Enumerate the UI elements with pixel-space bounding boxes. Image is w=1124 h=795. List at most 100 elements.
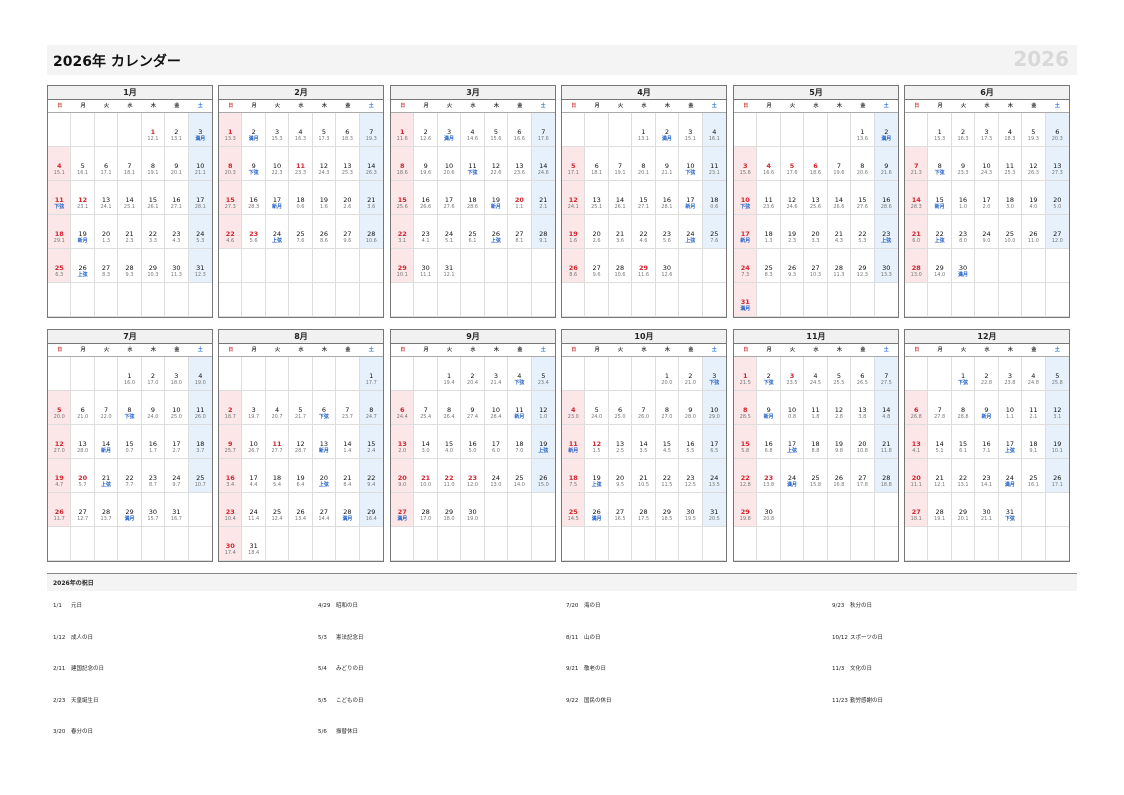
day-cell: 9 19.6 (414, 147, 438, 181)
moon-age: 4.7 (55, 482, 64, 488)
weekday-label: 月 (71, 344, 95, 357)
moon-phase-label: 下弦 (124, 414, 135, 420)
day-number: 28 (639, 508, 648, 516)
day-number: 8 (369, 406, 374, 414)
day-number: 12 (319, 162, 329, 170)
day-cell: 31 18.4 (242, 527, 266, 561)
day-number: 24 (982, 230, 991, 238)
day-cell (118, 283, 142, 317)
weekday-label: 金 (508, 344, 532, 357)
moon-age: 26.3 (1027, 170, 1039, 176)
day-number: 28 (539, 230, 548, 238)
day-number: 22 (858, 230, 867, 238)
day-number: 21 (125, 230, 134, 238)
day-number: 27 (858, 474, 867, 482)
day-number: 11 (295, 162, 306, 170)
day-cell: 24 13.5 (702, 459, 726, 493)
day-cell (585, 113, 609, 147)
day-number: 2 (984, 372, 989, 380)
day-number: 4 (517, 372, 522, 380)
moon-age: 21.1 (194, 170, 206, 176)
day-number: 17 (444, 196, 454, 204)
day-cell: 10 1.1 (998, 391, 1023, 425)
day-cell: 2 下弦 (757, 357, 781, 391)
moon-age: 6.1 (468, 238, 477, 244)
day-number: 21 (421, 474, 431, 482)
moon-age: 18.1 (591, 170, 603, 176)
day-number: 6 (913, 406, 919, 414)
day-number: 30 (882, 264, 891, 272)
day-cell: 8 下弦 (928, 147, 952, 181)
day-number: 25 (1029, 474, 1038, 482)
weekday-label: 水 (118, 344, 142, 357)
day-cell: 7 23.7 (336, 391, 360, 425)
day-number: 4 (298, 128, 303, 136)
day-cell: 3 15.6 (734, 147, 758, 181)
day-number: 21 (343, 474, 352, 482)
day-number: 8 (742, 406, 748, 414)
day-cell: 27 10.3 (804, 249, 828, 283)
day-cell: 22 5.3 (851, 215, 875, 249)
moon-age: 4.8 (882, 414, 891, 420)
moon-age: 16.6 (513, 136, 525, 142)
day-cell: 16 28.3 (242, 181, 266, 215)
day-number: 28 (615, 264, 625, 272)
day-cell (484, 283, 509, 317)
weekday-label: 月 (757, 344, 781, 357)
moon-phase-label: 上弦 (318, 482, 329, 488)
day-cell: 112.1 (1022, 391, 1046, 425)
weekday-label: 月 (757, 100, 781, 113)
moon-age: 3.1 (1053, 414, 1062, 420)
day-cell (391, 527, 415, 561)
day-number: 27 (343, 230, 352, 238)
holiday-item: 4/29 昭和の日 (318, 601, 566, 633)
day-number: 22 (740, 474, 750, 482)
holiday-date: 9/21 (566, 666, 579, 672)
day-cell: 3 満月 (437, 113, 462, 147)
day-number: 28 (367, 230, 376, 238)
day-number: 11 (196, 406, 205, 414)
day-number: 12 (834, 406, 844, 414)
holiday-name: 振替休日 (336, 729, 359, 735)
moon-age: 3.7 (196, 448, 205, 454)
day-number: 10 (196, 162, 205, 170)
day-number: 19 (834, 440, 844, 448)
weekday-label: 月 (928, 100, 952, 113)
moon-age: 11.5 (661, 482, 673, 488)
day-number: 16 (982, 440, 991, 448)
day-cell: 7 21.3 (905, 147, 929, 181)
day-number: 4 (570, 406, 576, 414)
day-cell: 4 24.8 (1022, 357, 1046, 391)
day-cell: 17 上弦 (998, 425, 1023, 459)
day-cell: 30 15.7 (141, 493, 166, 527)
day-number: 9 (664, 162, 669, 170)
day-number: 18 (1029, 440, 1038, 448)
day-cell: 4 16.6 (757, 147, 781, 181)
month-name: 7月 (48, 330, 212, 344)
day-number: 30 (468, 508, 477, 516)
day-cell: 19 新月 (71, 215, 95, 249)
moon-phase-label: 満月 (248, 136, 259, 142)
day-cell: 17 上弦 (780, 425, 805, 459)
day-cell (905, 357, 929, 391)
day-cell: 31 12.3 (188, 249, 212, 283)
weekday-label: 月 (585, 100, 609, 113)
day-number: 4 (1031, 372, 1036, 380)
day-cell: 15 25.6 (391, 181, 415, 215)
moon-age: 20.8 (763, 516, 775, 522)
day-cell: 8 20.1 (632, 147, 656, 181)
moon-phase-label: 上弦 (881, 238, 892, 244)
holiday-date: 4/29 (318, 603, 331, 609)
day-number: 23 (467, 474, 478, 482)
holiday-item: 11/23 勤労感謝の日 (832, 696, 1053, 728)
day-cell: 19 新月 (484, 181, 509, 215)
weekday-label: 土 (874, 100, 898, 113)
day-number: 15 (958, 440, 968, 448)
day-number: 2 (766, 372, 771, 380)
moon-phase-label: 上弦 (101, 482, 112, 488)
day-cell: 10 下弦 (679, 147, 703, 181)
day-cell (585, 283, 609, 317)
day-number: 20 (858, 440, 867, 448)
day-number: 26 (1053, 474, 1062, 482)
day-number: 26 (296, 508, 305, 516)
